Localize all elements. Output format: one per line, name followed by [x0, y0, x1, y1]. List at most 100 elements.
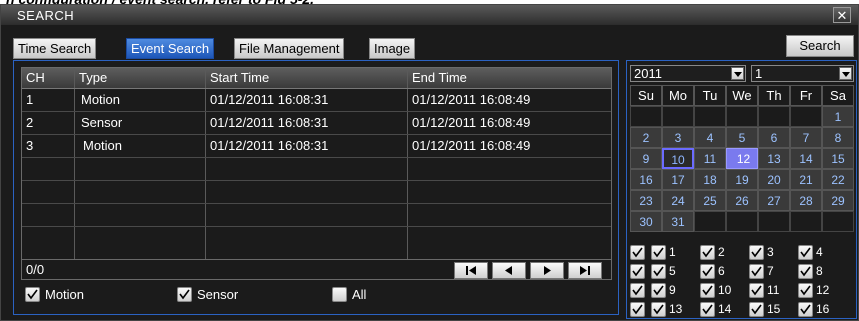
calendar-day[interactable]: 26 [726, 190, 758, 211]
row-checkbox[interactable] [630, 264, 645, 279]
chevron-down-icon[interactable] [731, 67, 744, 80]
hour-check[interactable] [700, 283, 715, 298]
hour-label: 14 [718, 302, 732, 316]
search-window: SEARCH ✕ Time Search Event Search File M… [0, 4, 859, 321]
prev-page-button[interactable] [492, 262, 526, 279]
last-page-icon [580, 266, 590, 275]
hour-check[interactable] [798, 302, 813, 317]
calendar-day[interactable]: 28 [790, 190, 822, 211]
hour-check[interactable] [700, 245, 715, 260]
hour-check[interactable] [749, 283, 764, 298]
calendar-day[interactable]: 23 [630, 190, 662, 211]
table-row[interactable]: 1 Motion 01/12/2011 16:08:31 01/12/2011 … [22, 89, 611, 112]
weekday-header: Mo [662, 85, 694, 106]
calendar-day[interactable]: 27 [758, 190, 790, 211]
all-label: All [352, 287, 367, 302]
motion-checkbox[interactable] [25, 287, 40, 302]
hour-label: 5 [669, 264, 676, 278]
calendar-day[interactable]: 20 [758, 169, 790, 190]
tab-image[interactable]: Image [369, 38, 416, 59]
calendar-empty-cell [662, 106, 694, 127]
hour-check[interactable] [798, 283, 813, 298]
hour-check[interactable] [798, 264, 813, 279]
close-icon[interactable]: ✕ [833, 7, 851, 23]
prev-page-icon [505, 266, 512, 275]
event-table: CH Type Start Time End Time 1 Motion 01/… [21, 67, 612, 280]
table-row-empty [22, 227, 611, 259]
calendar-day[interactable]: 14 [790, 148, 822, 169]
calendar-day[interactable]: 19 [726, 169, 758, 190]
last-page-button[interactable] [568, 262, 602, 279]
calendar-day[interactable]: 12 [726, 148, 758, 169]
hour-check[interactable] [700, 302, 715, 317]
calendar-empty-cell [694, 211, 726, 232]
table-row-empty [22, 158, 611, 181]
hour-check[interactable] [749, 245, 764, 260]
cell-end: 01/12/2011 16:08:49 [407, 135, 611, 157]
hour-label: 16 [816, 302, 830, 316]
calendar-day[interactable]: 15 [822, 148, 854, 169]
all-checkbox[interactable] [332, 287, 347, 302]
hour-label: 2 [718, 245, 725, 259]
calendar-day[interactable]: 21 [790, 169, 822, 190]
calendar-day[interactable]: 31 [662, 211, 694, 232]
row-checkbox[interactable] [630, 283, 645, 298]
year-value: 2011 [634, 66, 662, 81]
hour-label: 10 [718, 283, 732, 297]
weekday-header: Tu [694, 85, 726, 106]
hour-check[interactable] [700, 264, 715, 279]
row-checkbox[interactable] [630, 245, 645, 260]
hour-label: 7 [767, 264, 774, 278]
search-button[interactable]: Search [786, 35, 854, 57]
calendar-day[interactable]: 4 [694, 127, 726, 148]
first-page-button[interactable] [454, 262, 488, 279]
calendar-day[interactable]: 11 [694, 148, 726, 169]
calendar-day[interactable]: 17 [662, 169, 694, 190]
hour-check[interactable] [798, 245, 813, 260]
calendar-day[interactable]: 10 [662, 148, 694, 169]
hour-check[interactable] [651, 283, 666, 298]
calendar-empty-cell [822, 211, 854, 232]
calendar-day[interactable]: 18 [694, 169, 726, 190]
table-header: CH Type Start Time End Time [22, 68, 611, 89]
calendar-day[interactable]: 29 [822, 190, 854, 211]
year-select[interactable]: 2011 [630, 65, 746, 82]
calendar-day[interactable]: 5 [726, 127, 758, 148]
hour-check[interactable] [749, 302, 764, 317]
cell-end: 01/12/2011 16:08:49 [407, 112, 611, 134]
tab-file-management[interactable]: File Management [234, 38, 345, 59]
calendar-day[interactable]: 22 [822, 169, 854, 190]
next-page-button[interactable] [530, 262, 564, 279]
calendar-day[interactable]: 1 [822, 106, 854, 127]
table-row[interactable]: 2 Sensor 01/12/2011 16:08:31 01/12/2011 … [22, 112, 611, 135]
calendar-day[interactable]: 9 [630, 148, 662, 169]
month-value: 1 [755, 66, 763, 81]
weekday-header: Fr [790, 85, 822, 106]
calendar-day[interactable]: 30 [630, 211, 662, 232]
hour-check[interactable] [651, 302, 666, 317]
hour-label: 6 [718, 264, 725, 278]
hour-check[interactable] [651, 264, 666, 279]
table-row[interactable]: 3 Motion 01/12/2011 16:08:31 01/12/2011 … [22, 135, 611, 158]
title-bar: SEARCH ✕ [1, 5, 858, 25]
tab-time-search[interactable]: Time Search [13, 38, 97, 59]
cell-ch: 2 [26, 115, 34, 130]
calendar-day[interactable]: 24 [662, 190, 694, 211]
chevron-down-icon[interactable] [839, 67, 852, 80]
calendar-day[interactable]: 3 [662, 127, 694, 148]
hour-check[interactable] [651, 245, 666, 260]
row-checkbox[interactable] [630, 302, 645, 317]
tab-event-search[interactable]: Event Search [126, 38, 215, 59]
sensor-checkbox[interactable] [177, 287, 192, 302]
calendar-day[interactable]: 6 [758, 127, 790, 148]
calendar-day[interactable]: 25 [694, 190, 726, 211]
calendar-day[interactable]: 2 [630, 127, 662, 148]
header-type: Type [74, 68, 205, 88]
calendar-day[interactable]: 8 [822, 127, 854, 148]
hour-check[interactable] [749, 264, 764, 279]
cell-start: 01/12/2011 16:08:31 [205, 135, 407, 157]
calendar-day[interactable]: 13 [758, 148, 790, 169]
calendar-day[interactable]: 16 [630, 169, 662, 190]
calendar-day[interactable]: 7 [790, 127, 822, 148]
month-select[interactable]: 1 [751, 65, 854, 82]
